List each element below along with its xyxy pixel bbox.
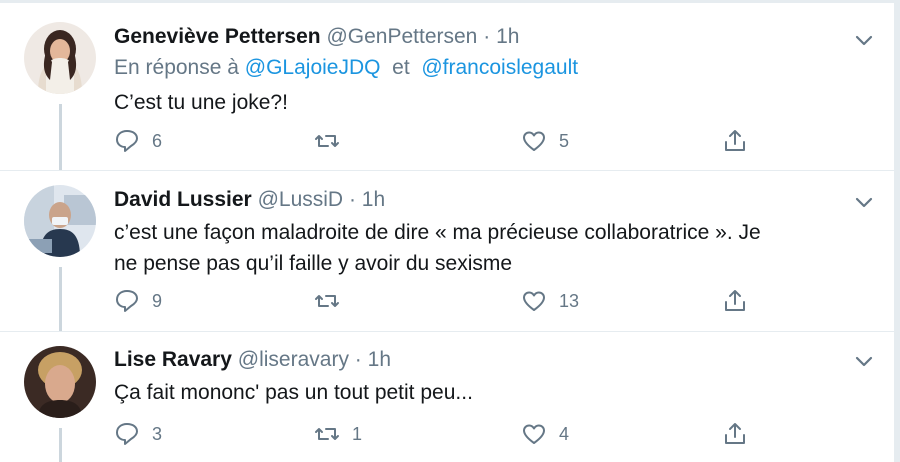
thread-line <box>59 104 62 170</box>
retweet-button[interactable] <box>314 126 352 156</box>
like-button[interactable]: 13 <box>521 286 579 316</box>
user-handle[interactable]: @liseravary <box>238 348 349 371</box>
like-button[interactable]: 4 <box>521 419 569 449</box>
like-count: 5 <box>559 130 570 151</box>
share-button[interactable] <box>722 126 748 156</box>
tweet-header: David Lussier @LussiD · 1h <box>114 188 385 212</box>
reply-context: En réponse à @GLajoieJDQ et @francoisleg… <box>114 56 578 80</box>
user-handle[interactable]: @LussiD <box>258 188 344 211</box>
share-button[interactable] <box>722 286 748 316</box>
timestamp[interactable]: 1h <box>362 188 385 211</box>
like-button[interactable]: 5 <box>521 126 569 156</box>
heart-icon <box>523 291 545 311</box>
tweet-text: Ça fait mononc' pas un tout petit peu... <box>114 381 473 404</box>
retweet-count: 1 <box>352 423 363 444</box>
reply-button[interactable]: 6 <box>114 126 162 156</box>
retweet-icon <box>315 428 339 440</box>
chevron-down-icon[interactable] <box>852 349 876 373</box>
tweet-text: c’est une façon maladroite de dire « ma … <box>114 217 874 279</box>
separator-dot: · <box>483 25 491 48</box>
tweet-2[interactable]: David Lussier @LussiD · 1h c’est une faç… <box>0 171 894 331</box>
user-handle[interactable]: @GenPettersen <box>326 25 477 48</box>
reply-button[interactable]: 9 <box>114 286 162 316</box>
tweet-1[interactable]: Geneviève Pettersen @GenPettersen · 1h E… <box>0 0 894 170</box>
tweet-text: C’est tu une joke?! <box>114 91 288 114</box>
heart-icon <box>523 424 545 444</box>
tweet-header: Geneviève Pettersen @GenPettersen · 1h <box>114 25 519 49</box>
avatar[interactable] <box>24 185 96 257</box>
reply-count: 3 <box>152 423 163 444</box>
reply-joiner: et <box>392 56 410 79</box>
tweet-text-line: ne pense pas qu’il faille y avoir du sex… <box>114 252 513 275</box>
timestamp[interactable]: 1h <box>368 348 391 371</box>
share-button[interactable] <box>722 419 748 449</box>
display-name[interactable]: Geneviève Pettersen <box>114 25 321 48</box>
reply-button[interactable]: 3 <box>114 419 162 449</box>
tweet-text-line: c’est une façon maladroite de dire « ma … <box>114 221 761 244</box>
share-icon <box>725 290 745 311</box>
avatar[interactable] <box>24 346 96 418</box>
retweet-button[interactable]: 1 <box>314 419 362 449</box>
right-scroll-gutter <box>894 0 900 462</box>
thread-line <box>59 428 62 462</box>
tweet-header: Lise Ravary @liseravary · 1h <box>114 348 391 372</box>
reply-icon <box>116 423 138 445</box>
separator-dot: · <box>348 188 356 211</box>
retweet-icon <box>315 295 339 307</box>
display-name[interactable]: David Lussier <box>114 188 252 211</box>
retweet-button[interactable] <box>314 286 352 316</box>
tweet-3[interactable]: Lise Ravary @liseravary · 1h Ça fait mon… <box>0 332 894 462</box>
chevron-down-icon[interactable] <box>852 28 876 52</box>
reply-count: 6 <box>152 130 163 151</box>
thread-line <box>59 267 62 331</box>
timestamp[interactable]: 1h <box>496 25 519 48</box>
display-name[interactable]: Lise Ravary <box>114 348 232 371</box>
share-icon <box>725 423 745 444</box>
mention-link[interactable]: @GLajoieJDQ <box>245 56 381 79</box>
avatar[interactable] <box>24 22 96 94</box>
like-count: 13 <box>559 290 580 311</box>
chevron-down-icon[interactable] <box>852 190 876 214</box>
reply-prefix: En réponse à <box>114 56 239 79</box>
reply-count: 9 <box>152 290 163 311</box>
like-count: 4 <box>559 423 570 444</box>
reply-icon <box>116 290 138 312</box>
heart-icon <box>523 131 545 151</box>
retweet-icon <box>315 135 339 147</box>
separator-dot: · <box>354 348 362 371</box>
reply-icon <box>116 130 138 152</box>
share-icon <box>725 130 745 151</box>
mention-link[interactable]: @francoislegault <box>421 56 578 79</box>
